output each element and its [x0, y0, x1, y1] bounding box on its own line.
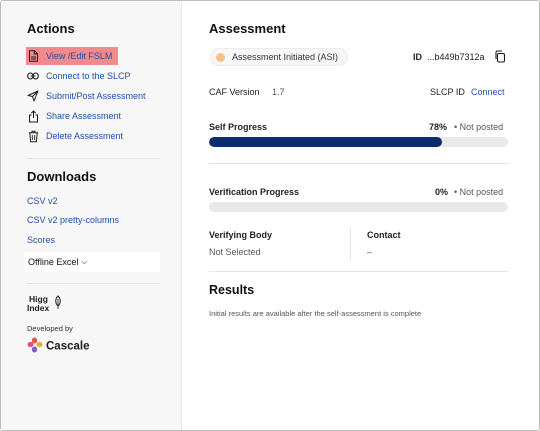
action-label: Submit/Post Assessment [46, 91, 146, 101]
action-view-edit-fslm[interactable]: View /Edit FSLM [26, 47, 119, 65]
divider [350, 228, 351, 260]
contact-value: – [367, 247, 373, 257]
cascale-logo: Cascale [27, 337, 97, 358]
trash-icon [26, 129, 40, 143]
link-icon [26, 69, 40, 83]
actions-heading: Actions [27, 21, 75, 36]
share-icon [26, 109, 40, 123]
download-scores[interactable]: Scores [27, 235, 55, 245]
verification-percent: 0% [435, 187, 449, 197]
caf-version-label: CAF Version [209, 87, 260, 97]
contact-label: Contact [367, 230, 401, 240]
download-csv-v2[interactable]: CSV v2 [27, 196, 58, 206]
action-share[interactable]: Share Assessment [26, 107, 121, 125]
divider [209, 163, 508, 164]
verification-progress-label: Verification Progress [209, 187, 300, 197]
download-csv-v2-pretty[interactable]: CSV v2 pretty-columns [27, 215, 119, 225]
verification-status: • Not posted [454, 187, 504, 197]
divider [27, 158, 160, 159]
id-label: ID [413, 52, 422, 62]
slcp-id-label: SLCP ID [430, 87, 465, 97]
verifying-body-label: Verifying Body [209, 230, 273, 240]
verifying-body-value: Not Selected [209, 247, 261, 257]
send-icon [26, 89, 40, 103]
action-submit-post[interactable]: Submit/Post Assessment [26, 87, 146, 105]
chevron-down-icon: ⌵ [81, 257, 88, 266]
self-progress-label: Self Progress [209, 122, 268, 132]
action-connect-slcp[interactable]: Connect to the SLCP [26, 67, 131, 85]
id-value: ...b449b7312a [427, 52, 485, 62]
developed-by-label: Developed by [27, 324, 73, 333]
offline-excel-label: Offline Excel [28, 257, 79, 267]
status-badge: Assessment Initiated (ASI) [210, 48, 349, 66]
self-progress-status: • Not posted [454, 122, 504, 132]
caf-version-value: 1.7 [272, 87, 285, 97]
action-label: Connect to the SLCP [46, 71, 131, 81]
verification-progress-bar [209, 202, 508, 212]
svg-text:Index: Index [27, 303, 49, 313]
results-heading: Results [209, 283, 255, 297]
svg-text:Cascale: Cascale [46, 341, 89, 353]
results-note: Initial results are available after the … [209, 309, 422, 318]
higg-index-logo: Higg Index [27, 292, 63, 319]
status-dot-icon [216, 52, 225, 62]
copy-icon[interactable] [494, 50, 506, 68]
slcp-connect-link[interactable]: Connect [471, 87, 505, 97]
document-icon [26, 49, 40, 63]
action-label: Share Assessment [46, 111, 122, 121]
action-label: View /Edit FSLM [46, 51, 113, 61]
divider [209, 271, 508, 272]
offline-excel-dropdown[interactable]: Offline Excel ⌵ [24, 252, 160, 272]
app-window: Actions View /Edit FSLM Connect to the S… [0, 0, 540, 431]
self-progress-bar [209, 137, 508, 147]
sidebar: Actions View /Edit FSLM Connect to the S… [1, 1, 182, 430]
self-progress-percent: 78% [429, 122, 448, 132]
downloads-heading: Downloads [27, 169, 97, 184]
self-progress-fill [209, 137, 443, 147]
page-title: Assessment [209, 21, 286, 36]
action-label: Delete Assessment [46, 131, 124, 141]
action-delete[interactable]: Delete Assessment [26, 127, 123, 145]
divider [27, 283, 160, 284]
status-text: Assessment Initiated (ASI) [232, 52, 339, 62]
main-panel: Assessment Assessment Initiated (ASI) ID… [183, 1, 539, 430]
